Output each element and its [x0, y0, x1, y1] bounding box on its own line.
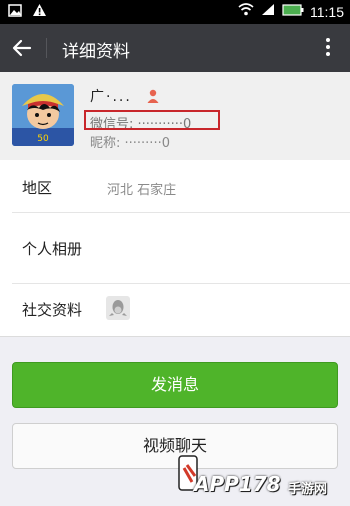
watermark-logo: APP178 手游网: [176, 450, 344, 502]
region-value: 河北 石家庄: [107, 183, 177, 198]
back-arrow-icon: [12, 39, 32, 57]
region-label: 地区: [22, 179, 53, 197]
avatar-image: 50: [12, 84, 74, 146]
more-vertical-icon: [326, 38, 330, 42]
header-divider: [46, 38, 47, 58]
watermark-sub: 手游网: [288, 482, 328, 497]
status-bar: 11:15: [0, 0, 350, 24]
qq-penguin-icon: [106, 296, 130, 320]
title-bar: 详细资料: [0, 24, 350, 72]
profile-name: 广·...: [90, 89, 132, 105]
region-row[interactable]: 地区 河北 石家庄: [0, 160, 350, 212]
social-label: 社交资料: [22, 301, 83, 319]
signal-icon: [260, 3, 276, 20]
highlight-annotation: [84, 110, 220, 130]
wifi-icon: [238, 3, 254, 20]
social-row[interactable]: 社交资料: [0, 284, 350, 336]
back-button[interactable]: [10, 36, 36, 60]
watermark-brand: APP178: [194, 472, 281, 496]
album-row[interactable]: 个人相册: [0, 213, 350, 283]
battery-icon: [282, 3, 304, 20]
svg-text:50: 50: [37, 134, 49, 144]
warning-icon: [32, 3, 47, 21]
album-label: 个人相册: [22, 240, 83, 258]
person-icon: [147, 88, 159, 103]
page-title: 详细资料: [62, 42, 130, 62]
info-list: 地区 河北 石家庄 个人相册 社交资料: [0, 160, 350, 337]
avatar[interactable]: 50: [12, 84, 74, 146]
more-button[interactable]: [324, 36, 332, 60]
nickname: 昵称: ·········0: [90, 136, 170, 151]
image-icon: [8, 3, 22, 21]
status-time: 11:15: [310, 3, 344, 20]
send-message-button[interactable]: 发消息: [12, 362, 338, 408]
